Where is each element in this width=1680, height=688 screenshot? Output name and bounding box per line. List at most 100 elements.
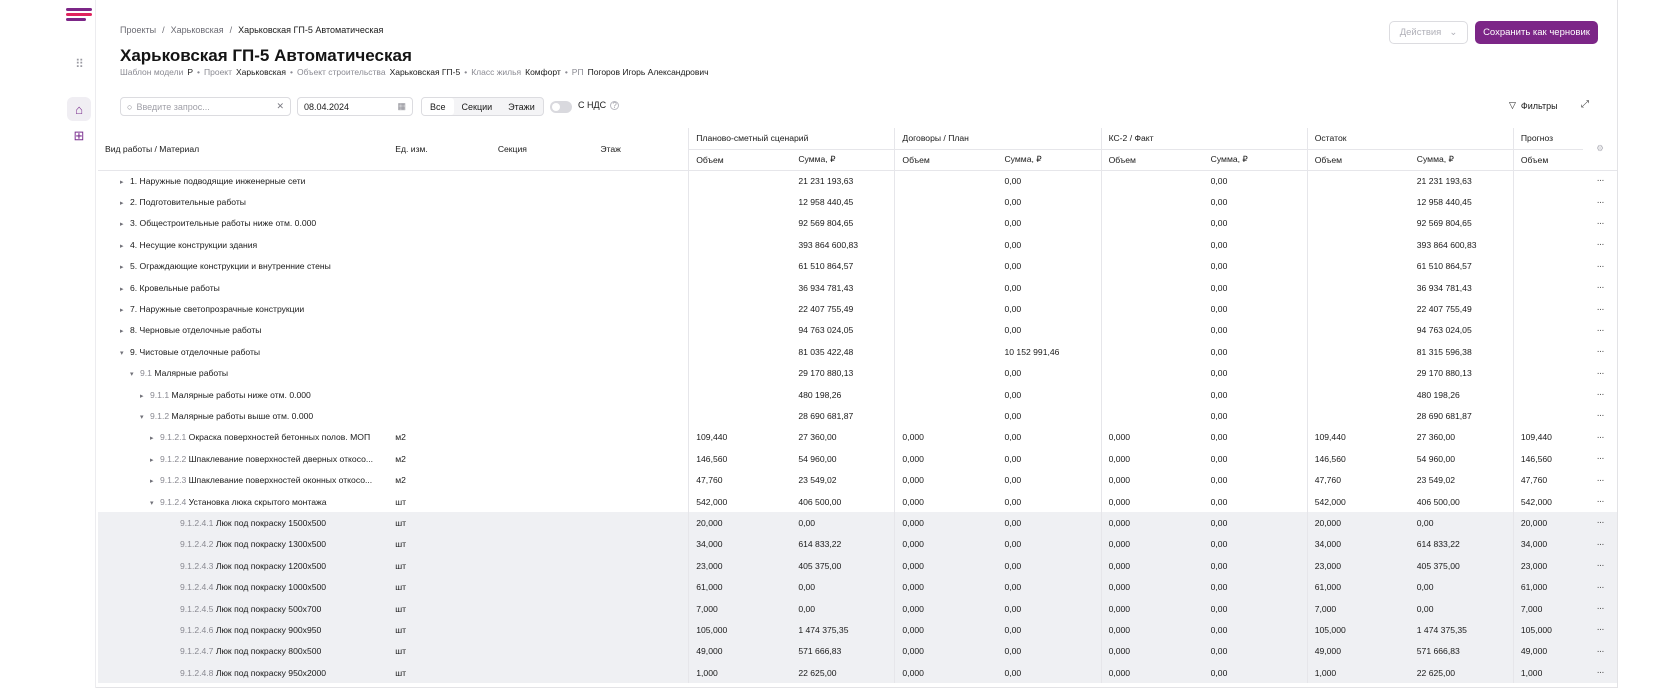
apps-grid-icon[interactable]: ⠿ (67, 52, 91, 76)
row-more-icon[interactable]: ··· (1583, 491, 1617, 512)
expand-toggle-icon[interactable]: ▸ (120, 242, 130, 250)
expand-toggle-icon[interactable]: ▾ (120, 349, 130, 357)
col-volume[interactable]: Объем (1512, 149, 1584, 171)
gear-icon[interactable]: ⚙ (1583, 128, 1617, 171)
table-row[interactable]: ▸ 9.1.2.1 Окраска поверхностей бетонных п… (98, 426, 1617, 449)
expand-toggle-icon[interactable]: ▸ (120, 199, 130, 207)
row-more-icon[interactable]: ··· (1583, 170, 1617, 191)
help-icon[interactable]: ? (610, 100, 620, 110)
table-row[interactable]: 9.1.2.4.6 Люк под покраску 900х950 шт 105,… (98, 619, 1617, 641)
row-more-icon[interactable]: ··· (1583, 213, 1617, 234)
col-volume[interactable]: Объем (688, 149, 792, 171)
expand-toggle-icon[interactable]: ▸ (150, 456, 160, 464)
date-field[interactable]: 08.04.2024 ▦ (297, 97, 413, 116)
table-row[interactable]: ▸ 5. Ограждающие конструкции и внутренние… (98, 255, 1617, 277)
contract-volume-cell (894, 383, 998, 406)
segment-sections[interactable]: Секции (454, 98, 501, 115)
row-more-icon[interactable]: ··· (1583, 448, 1617, 469)
table-row[interactable]: ▸ 2. Подготовительные работы 12 958 440,45… (98, 191, 1617, 213)
table-row[interactable]: 9.1.2.4.4 Люк под покраску 1000х500 шт 61,… (98, 576, 1617, 598)
row-more-icon[interactable]: ··· (1583, 277, 1617, 298)
expand-toggle-icon[interactable]: ▸ (120, 306, 130, 314)
row-more-icon[interactable]: ··· (1583, 597, 1617, 620)
remainder-volume-cell (1306, 298, 1410, 320)
expand-toggle-icon[interactable]: ▸ (150, 434, 160, 442)
table-row[interactable]: ▸ 7. Наружные светопрозрачные конструкции… (98, 298, 1617, 320)
expand-toggle-icon[interactable]: ▸ (120, 220, 130, 228)
search-input[interactable]: ○ Введите запрос... ✕ (120, 97, 291, 116)
col-sum[interactable]: Сумма, ₽ (1409, 149, 1514, 171)
col-sum[interactable]: Сумма, ₽ (1203, 149, 1308, 171)
expand-toggle-icon[interactable]: ▾ (140, 413, 150, 421)
row-more-icon[interactable]: ··· (1583, 640, 1617, 662)
row-more-icon[interactable]: ··· (1583, 363, 1617, 384)
table-row[interactable]: 9.1.2.4.1 Люк под покраску 1500х500 шт 20,… (98, 512, 1617, 534)
remainder-sum-cell: 480 198,26 (1416, 389, 1460, 400)
row-more-icon[interactable]: ··· (1583, 512, 1617, 534)
segment-floors[interactable]: Этажи (500, 98, 543, 115)
vat-toggle[interactable] (550, 101, 572, 113)
breadcrumb-item[interactable]: Проекты (120, 25, 156, 35)
row-more-icon[interactable]: ··· (1583, 384, 1617, 405)
expand-toggle-icon[interactable]: ▸ (120, 285, 130, 293)
actions-button[interactable]: Действия ⌄ (1389, 21, 1468, 44)
row-more-icon[interactable]: ··· (1583, 469, 1617, 490)
table-row[interactable]: ▸ 3. Общестроительные работы ниже отм. 0.… (98, 212, 1617, 235)
filters-button[interactable]: ▽ Фильтры (1509, 100, 1558, 111)
row-more-icon[interactable]: ··· (1583, 320, 1617, 341)
fullscreen-icon[interactable]: ⤢ (1581, 99, 1589, 110)
col-unit[interactable]: Ед. изм. (388, 128, 491, 171)
table-row[interactable]: 9.1.2.4.5 Люк под покраску 500х700 шт 7,00… (98, 597, 1617, 620)
table-row[interactable]: ▸ 6. Кровельные работы 36 934 781,43 0,00 0,… (98, 276, 1617, 299)
table-row[interactable]: ▾ 9.1.2.4 Установка люка скрытого монтажа… (98, 490, 1617, 513)
expand-toggle-icon[interactable]: ▸ (120, 178, 130, 186)
table-row[interactable]: ▸ 4. Несущие конструкции здания 393 864 60… (98, 234, 1617, 256)
table-row[interactable]: ▸ 9.1.1 Малярные работы ниже отм. 0.000 48… (98, 383, 1617, 406)
row-more-icon[interactable]: ··· (1583, 427, 1617, 448)
row-more-icon[interactable]: ··· (1583, 256, 1617, 277)
col-sum[interactable]: Сумма, ₽ (791, 149, 895, 171)
table-row[interactable]: ▸ 8. Черновые отделочные работы 94 763 024… (98, 319, 1617, 342)
expand-toggle-icon[interactable]: ▾ (150, 499, 160, 507)
row-more-icon[interactable]: ··· (1583, 619, 1617, 641)
row-more-icon[interactable]: ··· (1583, 191, 1617, 212)
col-volume[interactable]: Объем (1306, 149, 1410, 171)
remainder-sum-cell: 0,00 (1409, 597, 1514, 620)
row-more-icon[interactable]: ··· (1583, 405, 1617, 426)
col-volume[interactable]: Объем (1100, 149, 1204, 171)
table-row[interactable]: ▾ 9.1 Малярные работы 29 170 880,13 0,00 0,0… (98, 362, 1617, 384)
row-more-icon[interactable]: ··· (1583, 533, 1617, 556)
row-more-icon[interactable]: ··· (1583, 234, 1617, 255)
row-more-icon[interactable]: ··· (1583, 298, 1617, 319)
table-row[interactable]: ▸ 1. Наружные подводящие инженерные сети 2… (98, 170, 1617, 192)
col-section[interactable]: Секция (490, 128, 594, 171)
table-row[interactable]: ▾ 9.1.2 Малярные работы выше отм. 0.000 28… (98, 405, 1617, 427)
col-floor[interactable]: Этаж (593, 128, 689, 171)
row-more-icon[interactable]: ··· (1583, 661, 1617, 684)
table-row[interactable]: ▸ 9.1.2.2 Шпаклевание поверхностей дверны… (98, 448, 1617, 470)
row-more-icon[interactable]: ··· (1583, 555, 1617, 577)
table-row[interactable]: 9.1.2.4.8 Люк под покраску 950х2000 шт 1,0… (98, 661, 1617, 684)
table-row[interactable]: 9.1.2.4.2 Люк под покраску 1300х500 шт 34,… (98, 533, 1617, 556)
table-row[interactable]: ▾ 9. Чистовые отделочные работы 81 035 422… (98, 341, 1617, 363)
row-more-icon[interactable]: ··· (1583, 341, 1617, 362)
expand-toggle-icon[interactable]: ▸ (120, 327, 130, 335)
expand-toggle-icon[interactable]: ▾ (130, 370, 140, 378)
expand-toggle-icon[interactable]: ▸ (120, 263, 130, 271)
clear-icon[interactable]: ✕ (276, 101, 284, 112)
save-draft-button[interactable]: Сохранить как черновик (1475, 21, 1598, 44)
col-work[interactable]: Вид работы / Материал (98, 128, 389, 171)
col-sum[interactable]: Сумма, ₽ (997, 149, 1102, 171)
expand-toggle-icon[interactable]: ▸ (150, 477, 160, 485)
table-row[interactable]: 9.1.2.4.3 Люк под покраску 1200х500 шт 23,… (98, 555, 1617, 577)
table-row[interactable]: 9.1.2.4.7 Люк под покраску 800х500 шт 49,0… (98, 640, 1617, 662)
row-more-icon[interactable]: ··· (1583, 576, 1617, 598)
home-icon[interactable]: ⌂ (67, 97, 91, 121)
expand-toggle-icon[interactable]: ▸ (140, 392, 150, 400)
table-row[interactable]: ▸ 9.1.2.3 Шпаклевание поверхностей оконны… (98, 469, 1617, 491)
layout-icon[interactable]: ⊞ (67, 124, 91, 148)
remainder-volume-cell: 61,000 (1306, 576, 1410, 598)
breadcrumb-item[interactable]: Харьковская (171, 25, 224, 35)
segment-all[interactable]: Все (422, 98, 454, 115)
col-volume[interactable]: Объем (894, 149, 998, 171)
